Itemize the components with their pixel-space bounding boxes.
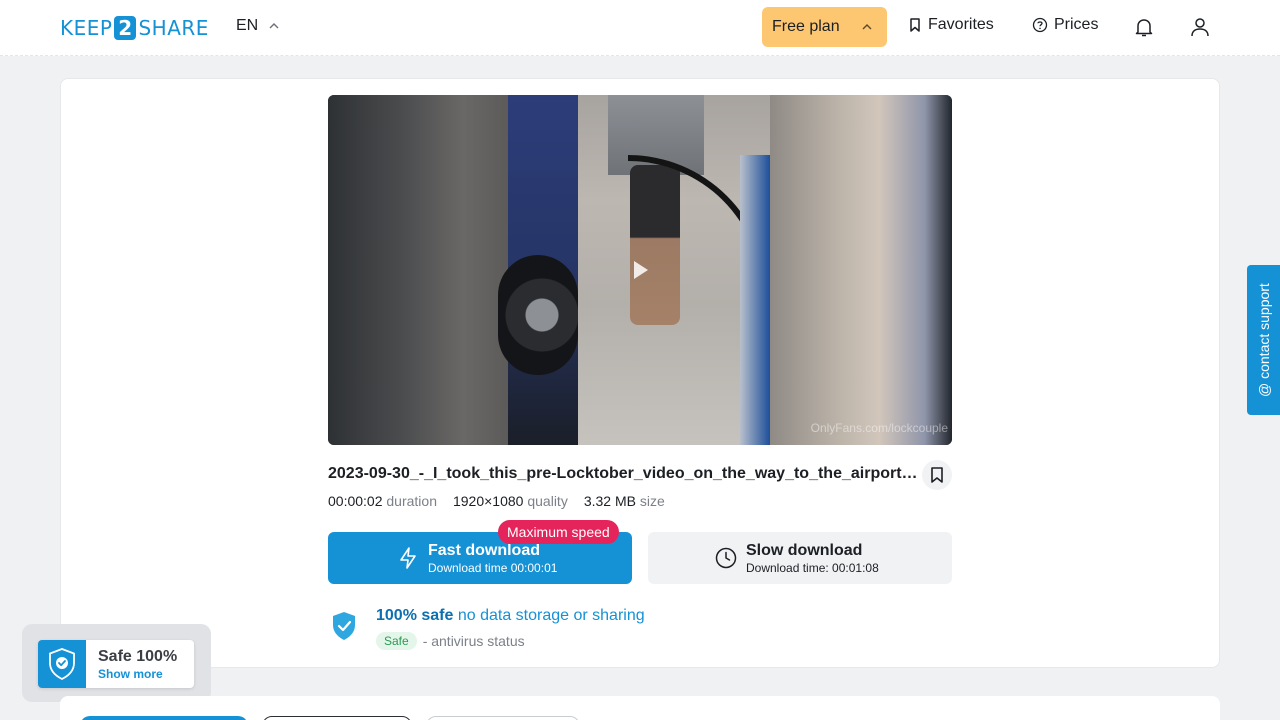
safe-widget-badge <box>38 640 86 688</box>
video-preview[interactable]: OnlyFans.com/lockcouple <box>328 95 952 445</box>
logo-text-left: KEEP <box>60 16 113 40</box>
user-icon[interactable] <box>1188 15 1212 39</box>
language-selector[interactable]: EN <box>236 17 280 35</box>
duration-value: 00:00:02 <box>328 493 383 509</box>
safety-headline-strong: 100% safe <box>376 607 454 624</box>
contact-support-tab[interactable]: @ contact support <box>1247 265 1280 415</box>
help-circle-icon <box>1032 17 1048 33</box>
show-more-link[interactable]: Show more <box>98 667 163 681</box>
slow-download-time: Download time: 00:01:08 <box>746 561 879 575</box>
bottom-tab-2[interactable] <box>262 716 412 720</box>
file-meta: 00:00:02 duration 1920×1080 quality 3.32… <box>328 493 665 509</box>
frame-tire <box>498 255 578 375</box>
quality-label: quality <box>527 493 568 509</box>
language-label: EN <box>236 17 259 34</box>
bolt-icon <box>400 547 416 569</box>
bottom-tab-active[interactable] <box>80 716 248 720</box>
nav-favorites[interactable]: Favorites <box>908 16 994 34</box>
prices-label: Prices <box>1054 16 1099 33</box>
max-speed-badge: Maximum speed <box>498 520 619 544</box>
file-title: 2023-09-30_-_I_took_this_pre-Locktober_v… <box>328 465 922 482</box>
slow-download-button[interactable]: Slow download Download time: 00:01:08 <box>648 532 952 584</box>
video-blur-left <box>328 95 508 445</box>
add-to-favorites-button[interactable] <box>922 460 952 490</box>
play-icon[interactable] <box>634 261 648 279</box>
chevron-up-icon <box>269 23 279 29</box>
bookmark-icon <box>910 18 920 32</box>
shield-check-icon <box>49 648 75 681</box>
video-watermark: OnlyFans.com/lockcouple <box>810 421 948 435</box>
plan-button[interactable]: Free plan <box>762 7 887 47</box>
safe-widget-title: Safe 100% <box>98 648 178 665</box>
meta-size: 3.32 MB size <box>584 493 665 509</box>
fast-download-time: Download time 00:00:01 <box>428 561 558 575</box>
favorites-label: Favorites <box>928 16 994 33</box>
size-label: size <box>639 493 665 509</box>
video-blur-right <box>770 95 952 445</box>
logo-number-box: 2 <box>114 16 137 40</box>
top-header: KEEP 2 SHARE EN Free plan Favorites Pric… <box>0 0 1280 56</box>
meta-duration: 00:00:02 duration <box>328 493 437 509</box>
antivirus-status: Safe - antivirus status <box>376 632 525 650</box>
safety-headline-more: no data storage or sharing <box>453 607 645 624</box>
clock-icon <box>715 547 737 569</box>
size-value: 3.32 MB <box>583 493 636 509</box>
safety-headline: 100% safe no data storage or sharing <box>376 607 645 625</box>
quality-value: 1920×1080 <box>452 493 524 509</box>
slow-download-label: Slow download <box>746 542 863 559</box>
contact-support-label: @ contact support <box>1256 283 1272 397</box>
chevron-up-icon <box>862 24 872 30</box>
duration-label: duration <box>386 493 437 509</box>
fast-download-label: Fast download <box>428 542 540 559</box>
logo-text-right: SHARE <box>138 16 209 40</box>
bell-icon[interactable] <box>1132 15 1156 39</box>
shield-check-icon <box>333 612 355 640</box>
bottom-tab-3[interactable] <box>426 716 580 720</box>
meta-quality: 1920×1080 quality <box>453 493 568 509</box>
site-logo[interactable]: KEEP 2 SHARE <box>60 14 209 42</box>
plan-label: Free plan <box>772 18 840 35</box>
file-title-row: 2023-09-30_-_I_took_this_pre-Locktober_v… <box>328 460 952 490</box>
safe-status-pill: Safe <box>376 632 417 650</box>
safety-info: 100% safe no data storage or sharing Saf… <box>330 606 730 656</box>
nav-prices[interactable]: Prices <box>1032 16 1098 34</box>
safe-widget[interactable]: Safe 100% Show more <box>38 640 194 688</box>
frame-pump <box>740 155 770 445</box>
antivirus-status-label: - antivirus status <box>422 633 525 649</box>
bookmark-icon <box>931 467 943 483</box>
